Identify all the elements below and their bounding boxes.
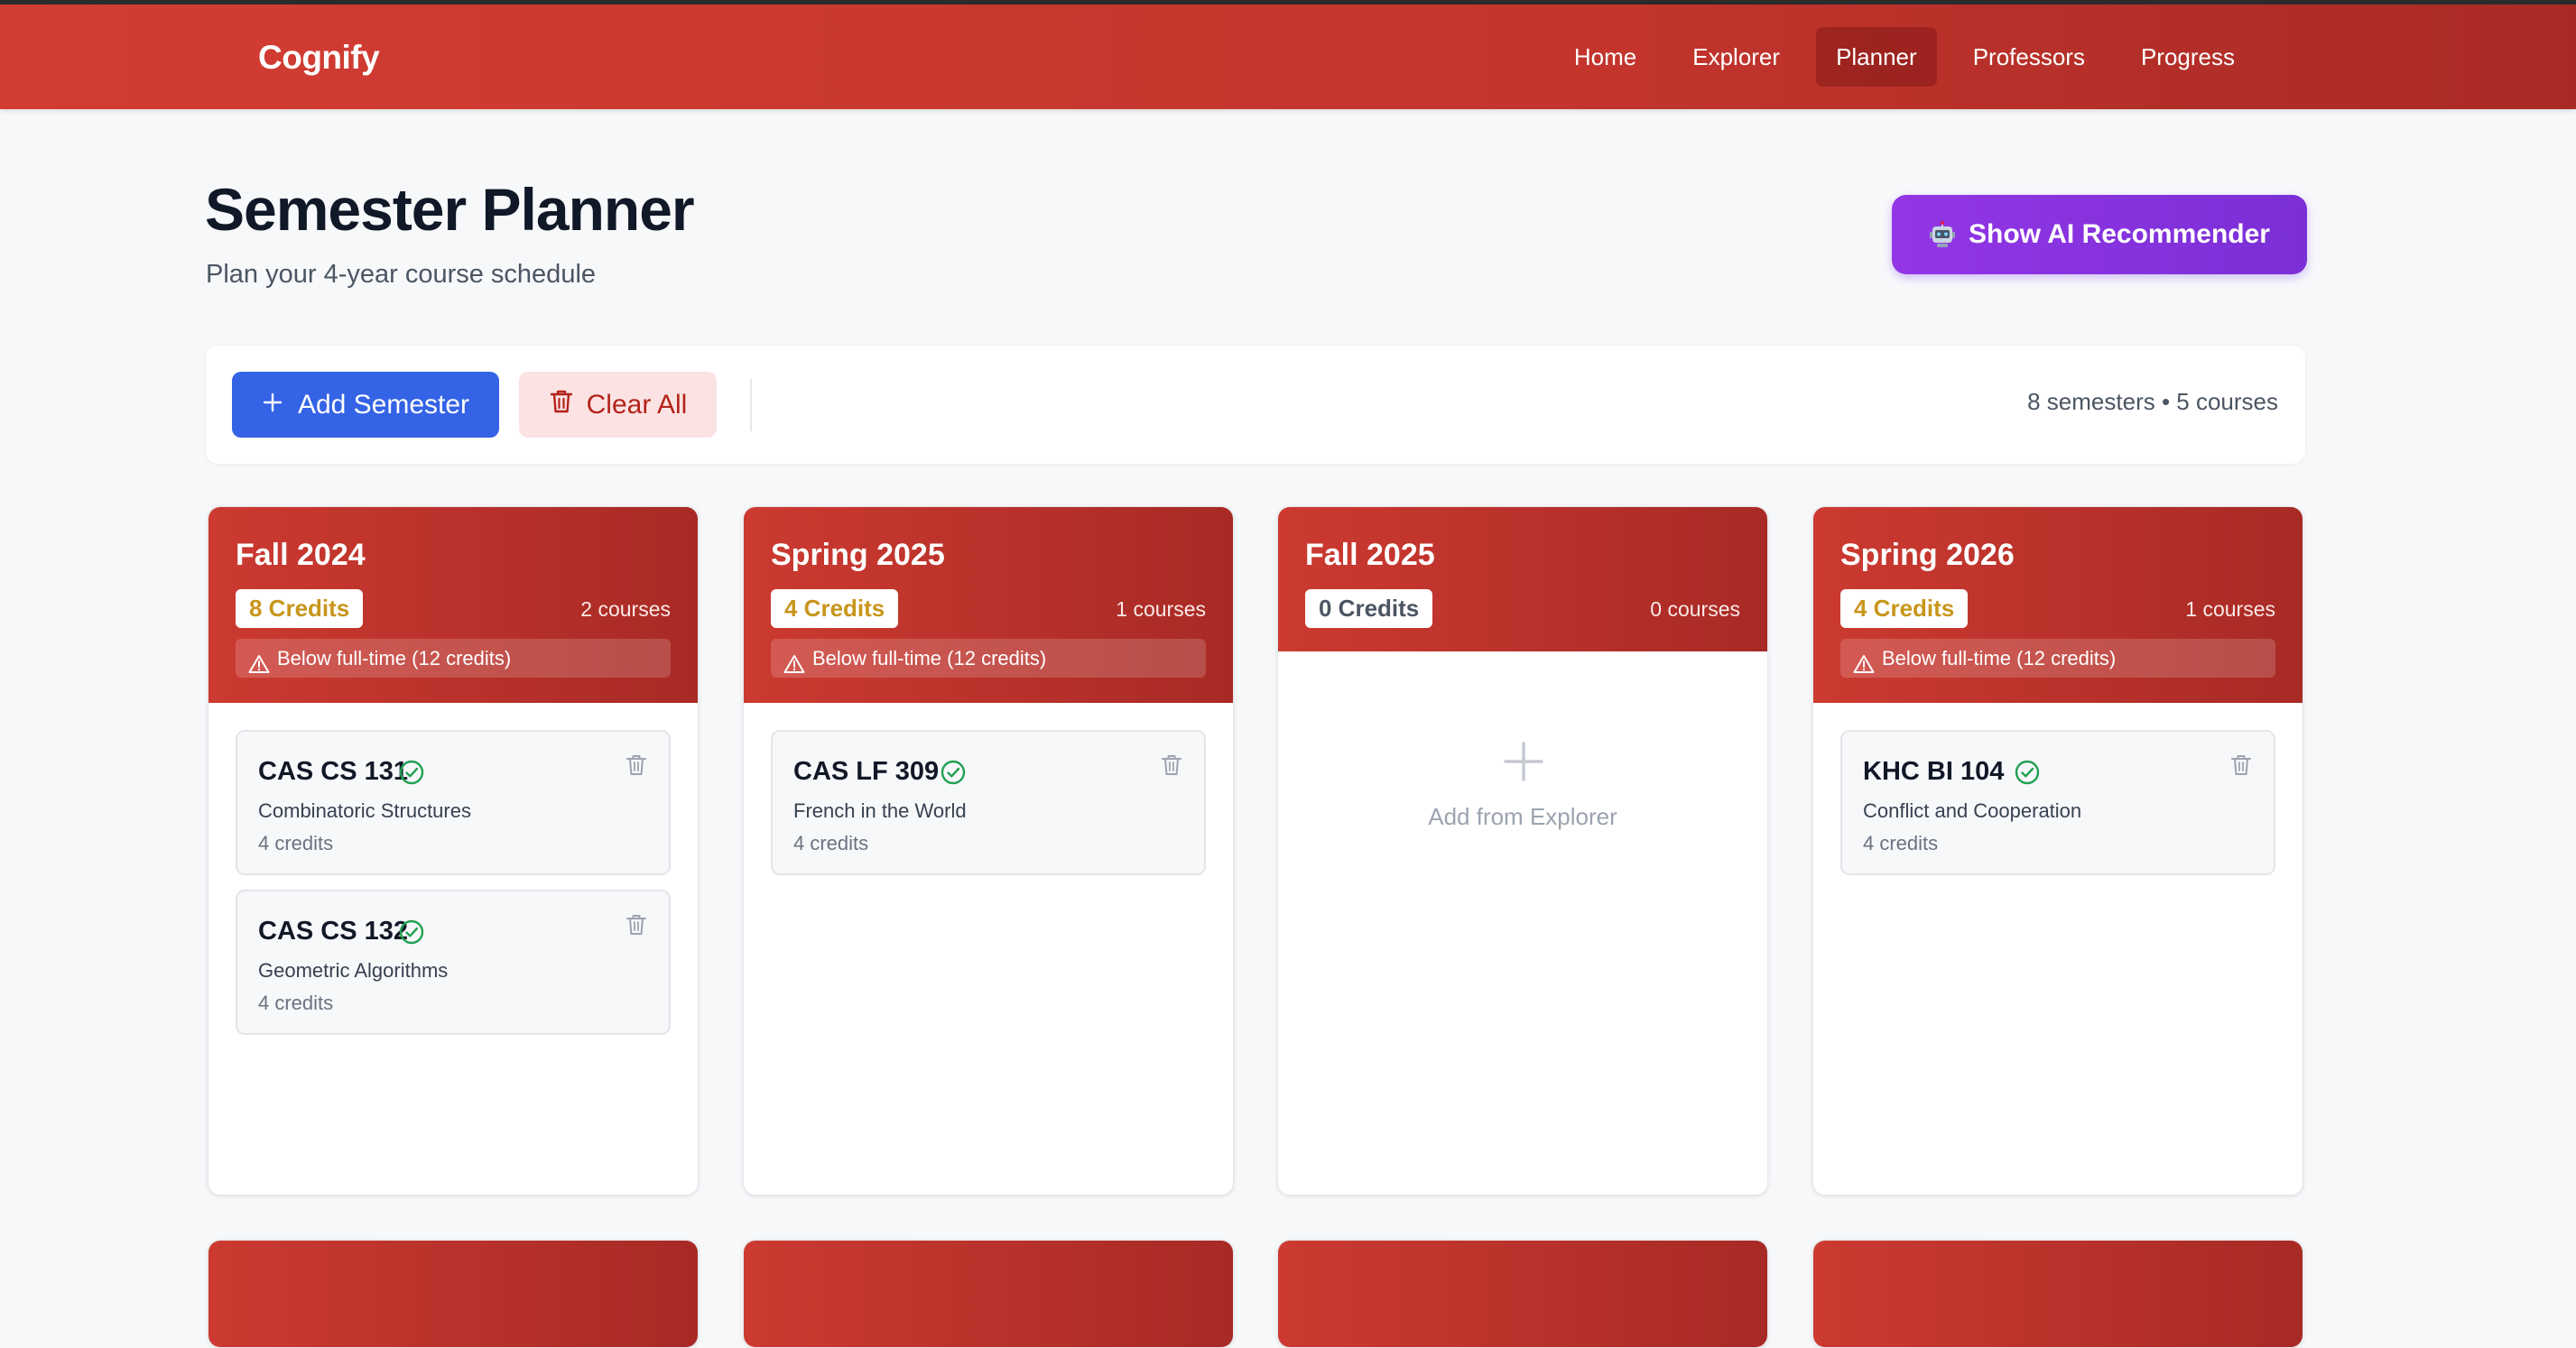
semester-name: Fall 2025 [1305,538,1435,572]
semester-header [1278,1241,1767,1347]
remove-course-trash-icon[interactable] [624,911,649,938]
course-credits: 4 credits [258,832,334,854]
remove-course-trash-icon[interactable] [2229,752,2254,779]
add-semester-button[interactable]: Add Semester [232,372,499,438]
course-code: CAS CS 132 [258,917,409,946]
semester-header: Spring 2026 4 Credits 1 courses Below fu… [1813,507,2303,703]
semester-name: Fall 2024 [236,538,366,572]
warning-icon [783,648,805,673]
robot-icon [1929,221,1956,248]
semester-card-fall-2025: Fall 2025 0 Credits 0 courses Add from E… [1277,506,1768,1196]
planner-toolbar: Add Semester Clear All 8 semesters • 5 c… [206,346,2305,464]
page-title: Semester Planner [205,176,695,243]
semester-header: Fall 2025 0 Credits 0 courses [1278,507,1767,651]
remove-course-trash-icon[interactable] [1159,752,1184,779]
trash-icon [549,388,574,422]
semester-card-partial [743,1240,1234,1348]
course-title: Combinatoric Structures [258,799,471,822]
ai-button-label: Show AI Recommender [1969,219,2270,249]
clear-all-button[interactable]: Clear All [519,372,717,438]
credit-warning: Below full-time (12 credits) [1840,639,2275,678]
warning-icon [248,648,270,673]
semester-header: Spring 2025 4 Credits 1 courses Below fu… [744,507,1233,703]
check-circle-icon [398,919,425,946]
course-title: French in the World [793,799,967,822]
check-circle-icon [398,759,425,786]
course-count: 1 courses [1116,597,1206,621]
top-nav-bar: Cognify Home Explorer Planner Professors… [0,0,2576,109]
add-course-plus-icon[interactable] [1502,740,1545,783]
credit-warning-text: Below full-time (12 credits) [812,647,1047,669]
planner-summary: 8 semesters • 5 courses [2027,388,2278,415]
course-count: 0 courses [1650,597,1740,621]
semester-header [208,1241,698,1347]
semester-header: Fall 2024 8 Credits 2 courses Below full… [208,507,698,703]
course-count: 2 courses [580,597,671,621]
nav-progress[interactable]: Progress [2121,27,2255,87]
semester-card-partial [208,1240,699,1348]
semester-name: Spring 2025 [771,538,945,572]
nav-home[interactable]: Home [1554,27,1656,87]
course-code: KHC BI 104 [1863,757,2005,786]
add-from-explorer-link[interactable]: Add from Explorer [1278,803,1767,831]
course-credits: 4 credits [1863,832,1939,854]
semester-header [744,1241,1233,1347]
add-semester-label: Add Semester [297,389,470,420]
credits-badge: 4 Credits [1840,589,1969,628]
course-code: CAS LF 309 [793,757,940,786]
semester-card-partial [1277,1240,1768,1348]
semester-card-spring-2026: Spring 2026 4 Credits 1 courses Below fu… [1812,506,2303,1196]
nav-professors[interactable]: Professors [1953,27,2105,87]
semester-card-partial [1812,1240,2303,1348]
course-title: Geometric Algorithms [258,959,449,982]
course-credits: 4 credits [793,832,869,854]
course-credits: 4 credits [258,992,334,1014]
course-title: Conflict and Cooperation [1863,799,2082,822]
remove-course-trash-icon[interactable] [624,752,649,779]
show-ai-recommender-button[interactable]: Show AI Recommender [1892,195,2307,274]
semester-card-fall-2024: Fall 2024 8 Credits 2 courses Below full… [208,506,699,1196]
semester-name: Spring 2026 [1840,538,2015,572]
course-card[interactable]: CAS CS 131 Combinatoric Structures 4 cre… [236,730,671,875]
brand-logo[interactable]: Cognify [258,39,380,77]
nav-explorer[interactable]: Explorer [1673,27,1800,87]
nav-planner[interactable]: Planner [1816,27,1937,87]
main-nav: Home Explorer Planner Professors Progres… [1554,27,2255,87]
semester-header [1813,1241,2303,1347]
credits-badge: 8 Credits [236,589,364,628]
course-card[interactable]: KHC BI 104 Conflict and Cooperation 4 cr… [1840,730,2275,875]
course-card[interactable]: CAS CS 132 Geometric Algorithms 4 credit… [236,890,671,1035]
credits-badge: 4 Credits [771,589,899,628]
credit-warning: Below full-time (12 credits) [771,639,1206,678]
credit-warning-text: Below full-time (12 credits) [277,647,512,669]
credits-badge: 0 Credits [1305,589,1433,628]
semester-card-spring-2025: Spring 2025 4 Credits 1 courses Below fu… [743,506,1234,1196]
plus-icon [262,390,283,420]
course-card[interactable]: CAS LF 309 French in the World 4 credits [771,730,1206,875]
course-code: CAS CS 131 [258,757,409,786]
credit-warning-text: Below full-time (12 credits) [1882,647,2117,669]
course-count: 1 courses [2185,597,2275,621]
toolbar-divider [750,379,752,431]
credit-warning: Below full-time (12 credits) [236,639,671,678]
page-subtitle: Plan your 4-year course schedule [206,260,597,289]
check-circle-icon [2014,759,2041,786]
warning-icon [1853,648,1875,673]
check-circle-icon [940,759,967,786]
clear-all-label: Clear All [586,389,688,420]
